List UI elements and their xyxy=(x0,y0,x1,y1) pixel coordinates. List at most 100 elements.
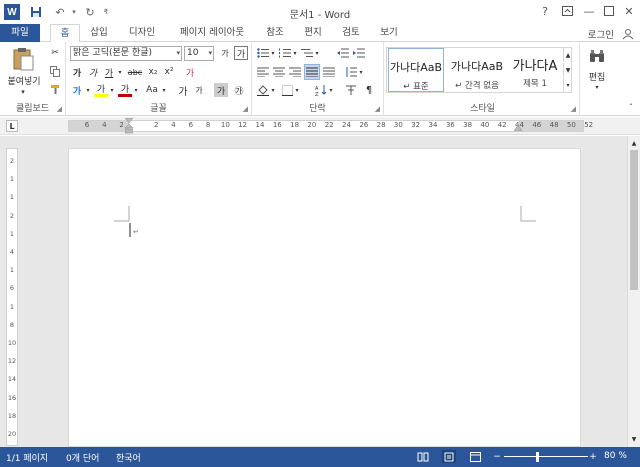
tab-view[interactable]: 보기 xyxy=(372,24,406,42)
distributed-icon[interactable] xyxy=(322,65,336,79)
shrink-font-icon[interactable]: 가 xyxy=(192,83,206,97)
paragraph-launcher-icon[interactable]: ◢ xyxy=(375,105,380,113)
chevron-down-icon[interactable]: ▾ xyxy=(176,47,180,60)
subscript-button[interactable]: x₂ xyxy=(146,65,160,79)
minimize-icon[interactable]: — xyxy=(578,2,600,20)
save-icon[interactable] xyxy=(28,4,44,20)
document-page[interactable]: ↵ xyxy=(68,148,581,447)
zoom-level[interactable]: 80 % xyxy=(604,451,627,461)
align-left-icon[interactable] xyxy=(256,65,270,79)
horizontal-ruler[interactable]: 6 4 2 2 4 6 8 10 12 14 16 18 20 22 24 26 28 30 32 34 36 38 40 4… xyxy=(68,120,593,132)
maximize-icon[interactable] xyxy=(598,2,620,20)
change-case-button[interactable]: Aa xyxy=(144,83,160,97)
styles-scroll-down-icon[interactable]: ▼ xyxy=(563,63,572,77)
highlight-icon[interactable]: 가 xyxy=(94,83,108,97)
line-spacing-dropdown-icon[interactable]: ▾ xyxy=(358,65,364,79)
print-layout-icon[interactable] xyxy=(442,450,456,463)
styles-scroll-up-icon[interactable]: ▲ xyxy=(563,48,572,62)
show-marks-icon[interactable]: ¶ xyxy=(362,83,376,97)
vertical-ruler[interactable]: 2 1 1 2 1 4 1 6 1 8 10 12 14 16 18 20 xyxy=(6,148,18,446)
scrollbar-thumb[interactable] xyxy=(630,150,638,290)
text-effects-icon[interactable]: 가 xyxy=(70,83,84,97)
web-layout-icon[interactable] xyxy=(468,450,482,463)
bullets-dropdown-icon[interactable]: ▾ xyxy=(270,46,276,60)
tab-mailings[interactable]: 편지 xyxy=(296,24,330,42)
underline-button[interactable]: 가 xyxy=(102,65,116,79)
editing-dropdown-icon[interactable]: ▾ xyxy=(592,82,602,92)
scroll-down-icon[interactable]: ▼ xyxy=(629,434,639,444)
collapse-ribbon-icon[interactable]: ˆ xyxy=(626,102,636,112)
superscript-button[interactable]: x² xyxy=(162,65,176,79)
page-count[interactable]: 1/1 페이지 xyxy=(6,451,48,464)
font-launcher-icon[interactable]: ◢ xyxy=(243,105,248,113)
tab-selector[interactable]: L xyxy=(6,120,18,132)
cut-icon[interactable]: ✂ xyxy=(48,46,62,60)
font-name-combo[interactable]: 맑은 고딕(본문 한글) ▾ xyxy=(70,46,182,61)
sort-icon[interactable]: AZ xyxy=(314,83,328,97)
login-link[interactable]: 로그인 xyxy=(588,27,614,41)
multilevel-list-icon[interactable] xyxy=(300,46,314,60)
style-normal[interactable]: 가나다AaB ↵ 표준 xyxy=(388,48,444,92)
chevron-down-icon[interactable]: ▾ xyxy=(208,47,212,60)
sort-dropdown-icon[interactable]: ▾ xyxy=(328,83,334,97)
justify-icon[interactable] xyxy=(304,64,320,80)
underline-dropdown-icon[interactable]: ▾ xyxy=(116,65,124,79)
asian-layout-icon[interactable] xyxy=(344,83,358,97)
format-painter-icon[interactable] xyxy=(48,82,62,96)
zoom-slider-thumb[interactable] xyxy=(535,452,539,462)
word-logo-icon[interactable]: W xyxy=(4,4,20,20)
tab-design[interactable]: 디자인 xyxy=(120,24,164,42)
indent-marker-icon[interactable] xyxy=(124,118,134,134)
account-icon[interactable] xyxy=(620,26,636,42)
paste-icon[interactable] xyxy=(10,46,36,72)
increase-indent-icon[interactable] xyxy=(352,46,366,60)
tab-file[interactable]: 파일 xyxy=(0,24,40,42)
zoom-out-icon[interactable]: − xyxy=(490,450,504,463)
tab-references[interactable]: 참조 xyxy=(258,24,292,42)
style-heading1[interactable]: 가나다A 제목 1 xyxy=(509,48,561,92)
tab-insert[interactable]: 삽입 xyxy=(82,24,116,42)
borders-icon[interactable] xyxy=(280,83,294,97)
tab-page-layout[interactable]: 페이지 레이아웃 xyxy=(168,24,256,42)
word-count[interactable]: 0개 단어 xyxy=(66,451,99,464)
character-shading-icon[interactable]: 가 xyxy=(214,83,228,97)
zoom-slider-track[interactable] xyxy=(504,456,588,457)
zoom-in-icon[interactable]: + xyxy=(586,450,600,463)
numbering-icon[interactable] xyxy=(278,46,292,60)
read-mode-icon[interactable] xyxy=(416,450,430,463)
vertical-scrollbar[interactable]: ▲ ▼ xyxy=(627,136,640,447)
right-indent-marker-icon[interactable] xyxy=(514,124,522,132)
align-center-icon[interactable] xyxy=(272,65,286,79)
style-no-spacing[interactable]: 가나다AaB ↵ 간격 없음 xyxy=(447,48,507,92)
editing-button-label[interactable]: 편집 xyxy=(582,70,612,83)
shading-dropdown-icon[interactable]: ▾ xyxy=(270,83,276,97)
enclose-characters-icon[interactable]: ㉮ xyxy=(232,83,246,97)
ribbon-display-options-icon[interactable] xyxy=(556,2,578,20)
multilevel-dropdown-icon[interactable]: ▾ xyxy=(314,46,320,60)
paste-button-label[interactable]: 붙여넣기 xyxy=(2,74,46,87)
strikethrough-button[interactable]: abc xyxy=(126,65,144,79)
clear-formatting-icon[interactable]: 가 xyxy=(182,65,198,79)
change-case-dropdown-icon[interactable]: ▾ xyxy=(160,83,168,97)
phonetic-guide-icon[interactable]: 가 xyxy=(218,46,232,60)
italic-button[interactable]: 가 xyxy=(86,65,100,79)
styles-more-icon[interactable]: ▾ xyxy=(563,78,572,92)
borders-dropdown-icon[interactable]: ▾ xyxy=(294,83,300,97)
customize-toolbar-icon[interactable]: ₹ xyxy=(98,4,114,20)
highlight-dropdown-icon[interactable]: ▾ xyxy=(108,83,116,97)
character-border-icon[interactable]: 가 xyxy=(234,46,248,60)
scroll-up-icon[interactable]: ▲ xyxy=(629,138,639,148)
clipboard-launcher-icon[interactable]: ◢ xyxy=(57,105,62,113)
text-effects-dropdown-icon[interactable]: ▾ xyxy=(84,83,92,97)
bold-button[interactable]: 가 xyxy=(70,65,84,79)
font-size-combo[interactable]: 10 ▾ xyxy=(184,46,214,61)
font-color-dropdown-icon[interactable]: ▾ xyxy=(132,83,140,97)
redo-icon[interactable]: ↻ xyxy=(82,4,98,20)
tab-review[interactable]: 검토 xyxy=(334,24,368,42)
line-spacing-icon[interactable] xyxy=(344,65,358,79)
close-icon[interactable]: ✕ xyxy=(618,2,640,20)
tab-home[interactable]: 홈 xyxy=(50,24,80,43)
bullets-icon[interactable] xyxy=(256,46,270,60)
align-right-icon[interactable] xyxy=(288,65,302,79)
copy-icon[interactable] xyxy=(48,64,62,78)
